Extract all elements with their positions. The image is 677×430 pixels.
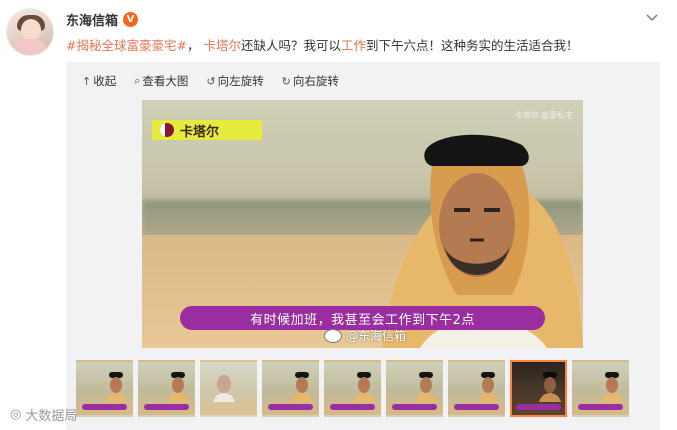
- image-watermark-text: @东海信箱: [346, 329, 407, 343]
- thumbnail[interactable]: [262, 360, 319, 417]
- avatar[interactable]: [6, 8, 54, 56]
- collapse-label: 收起: [93, 74, 117, 88]
- weibo-logo-icon: [324, 328, 342, 343]
- thumbnail[interactable]: [572, 360, 629, 417]
- avatar-face: [21, 19, 41, 41]
- rotate-right-label: 向右旋转: [292, 74, 339, 88]
- chevron-down-icon[interactable]: [645, 10, 659, 24]
- text-separator: ，: [186, 38, 200, 53]
- country-label: 卡塔尔: [152, 120, 262, 140]
- rotate-left-label: 向左旋转: [217, 74, 264, 88]
- thumbnail[interactable]: [200, 360, 257, 417]
- collapse-button[interactable]: ↑ 收起: [82, 72, 116, 90]
- eye-icon: ◎: [10, 407, 22, 422]
- search-icon: ⌕: [134, 74, 141, 87]
- footer-watermark-text: 大数据局: [25, 409, 78, 424]
- avatar-body: [13, 39, 47, 55]
- rotate-left-icon: ↺: [206, 74, 216, 88]
- image-watermark: @东海信箱: [324, 327, 406, 344]
- thumbnail-strip: [76, 360, 629, 417]
- topic-link[interactable]: #揭秘全球富豪豪宅#: [66, 38, 187, 53]
- thumbnail-active[interactable]: [510, 360, 567, 417]
- rotate-left-button[interactable]: ↺ 向左旋转: [206, 72, 263, 90]
- media-toolbar: ↑ 收起 ⌕ 查看大图 ↺ 向左旋转 ↻ 向右旋转: [82, 72, 339, 90]
- thumbnail[interactable]: [138, 360, 195, 417]
- collapse-icon: ↑: [82, 74, 92, 88]
- thumbnail[interactable]: [324, 360, 381, 417]
- text-middle: 还缺人吗？我可以: [240, 38, 341, 53]
- work-link[interactable]: 工作: [341, 38, 366, 53]
- thumbnail[interactable]: [448, 360, 505, 417]
- text-end: 到下午六点！这种务实的生活适合我！: [366, 38, 579, 53]
- rotate-right-icon: ↻: [281, 74, 291, 88]
- rotate-right-button[interactable]: ↻ 向右旋转: [282, 72, 339, 90]
- thumbnail[interactable]: [386, 360, 443, 417]
- post-text: #揭秘全球富豪豪宅#， 卡塔尔还缺人吗？我可以工作到下午六点！这种务实的生活适合…: [66, 37, 579, 55]
- country-name: 卡塔尔: [180, 124, 220, 140]
- main-image[interactable]: 卡塔尔 卡塔尔·富豪私宅 有时候加班，我甚至会工作到下午2点: [142, 100, 583, 348]
- view-large-button[interactable]: ⌕ 查看大图: [134, 72, 188, 90]
- footer-watermark: ◎ 大数据局: [10, 405, 77, 424]
- location-link[interactable]: 卡塔尔: [203, 38, 241, 53]
- username[interactable]: 东海信箱: [66, 10, 118, 29]
- qatar-flag-icon: [160, 123, 174, 137]
- verified-badge: V: [123, 11, 139, 27]
- post-header: 东海信箱 V: [66, 10, 139, 29]
- view-large-label: 查看大图: [142, 74, 189, 88]
- thumbnail[interactable]: [76, 360, 133, 417]
